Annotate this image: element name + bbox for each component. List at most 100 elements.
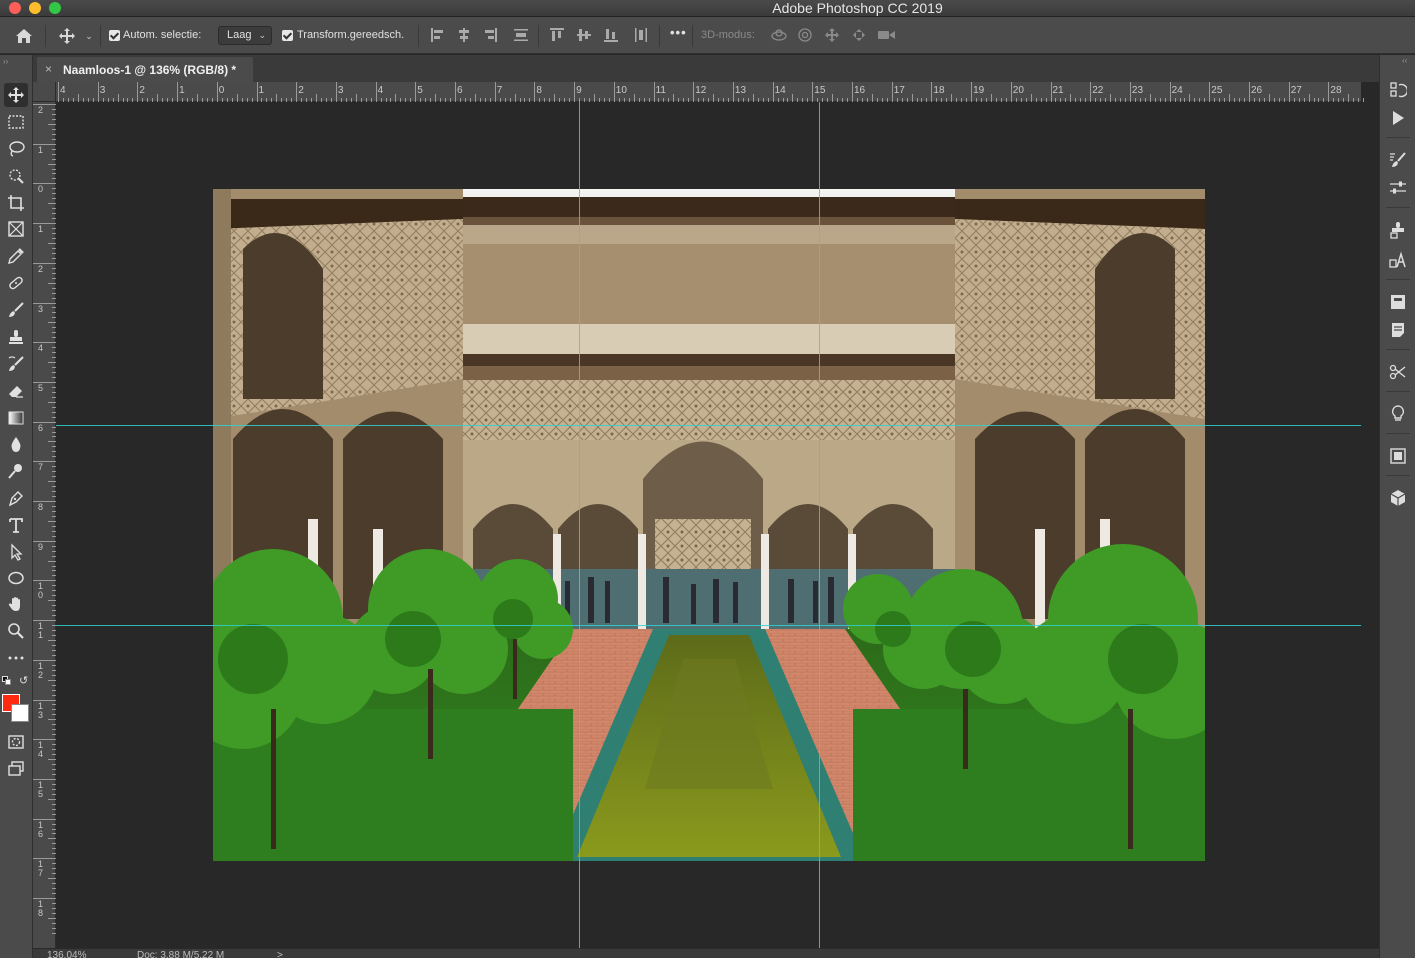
ruler-tick — [1209, 82, 1211, 102]
zoom-icon[interactable] — [4, 619, 28, 643]
zoom-level[interactable]: 136,04% — [47, 950, 86, 958]
ruler-tick — [534, 82, 536, 102]
vertical-guide[interactable] — [819, 102, 820, 948]
rectangular-marquee-icon[interactable] — [4, 110, 28, 134]
auto-select-value: Laag — [227, 29, 252, 41]
distribute-vertical-icon[interactable] — [513, 27, 529, 43]
dodge-icon[interactable] — [4, 459, 28, 483]
healing-brush-icon[interactable] — [4, 271, 28, 295]
title-bar: Adobe Photoshop CC 2019 — [0, 0, 1415, 17]
canvas-area[interactable] — [56, 102, 1361, 948]
collapse-panel-icon[interactable]: ›› — [3, 57, 8, 66]
ruler-label: 8 — [38, 502, 44, 512]
swap-colors-icon[interactable]: ↺ — [19, 674, 28, 687]
horizontal-ruler[interactable]: 4 3 2 1 0 1 2 3 4 5 6 7 8 9 10 11 12 13 14 15 16 17 18 19 20 21 22… — [56, 82, 1365, 102]
ruler-minor-tick — [316, 94, 318, 102]
pen-icon[interactable] — [4, 486, 28, 510]
align-right-icon[interactable] — [482, 27, 498, 43]
path-selection-icon[interactable] — [4, 540, 28, 564]
ruler-origin[interactable] — [33, 82, 56, 102]
ruler-tick — [613, 82, 615, 102]
quick-mask-icon[interactable] — [4, 730, 28, 754]
move-tool-icon[interactable] — [4, 83, 28, 107]
more-tools-icon[interactable] — [4, 646, 28, 670]
clone-source-icon[interactable] — [1389, 221, 1407, 239]
move-tool-icon[interactable] — [56, 25, 78, 47]
paths-scissors-icon[interactable] — [1389, 363, 1407, 381]
align-top-icon[interactable] — [549, 27, 565, 43]
3d-slide-icon[interactable] — [851, 27, 867, 43]
ruler-minor-tick — [514, 94, 516, 102]
distribute-horizontal-icon[interactable] — [633, 27, 649, 43]
ruler-minor-tick — [752, 94, 754, 102]
3d-orbit-icon[interactable] — [770, 27, 788, 43]
ruler-label: 13 — [734, 85, 747, 96]
3d-scale-icon[interactable] — [877, 27, 897, 43]
ruler-tick — [97, 82, 99, 102]
artboards-icon[interactable] — [1389, 447, 1407, 465]
frame-icon[interactable] — [4, 217, 28, 241]
actions-play-icon[interactable] — [1389, 109, 1407, 127]
close-tab-icon[interactable]: × — [45, 62, 52, 76]
3d-panel-icon[interactable] — [1389, 489, 1407, 507]
3d-pan-icon[interactable] — [824, 27, 840, 43]
ruler-minor-tick — [633, 94, 635, 102]
vertical-ruler[interactable]: 2101234567891 01 11 21 31 41 51 61 71 8 — [33, 102, 56, 948]
auto-select-checkbox[interactable] — [109, 30, 120, 41]
brush-icon[interactable] — [4, 298, 28, 322]
ellipse-icon[interactable] — [4, 566, 28, 590]
3d-roll-icon[interactable] — [797, 27, 813, 43]
document-tab[interactable]: × Naamloos-1 @ 136% (RGB/8) * — [37, 57, 253, 82]
align-left-icon[interactable] — [430, 27, 446, 43]
screen-mode-icon[interactable] — [4, 757, 28, 781]
default-colors-icon[interactable] — [2, 676, 11, 685]
ruler-label: 9 — [576, 85, 582, 96]
align-vertical-center-icon[interactable] — [576, 27, 592, 43]
blur-icon[interactable] — [4, 432, 28, 456]
tool-preset-chevron-icon[interactable]: ⌄ — [83, 30, 95, 42]
gradient-icon[interactable] — [4, 406, 28, 430]
type-icon[interactable] — [4, 513, 28, 537]
eyedropper-icon[interactable] — [4, 244, 28, 268]
brush-settings-icon[interactable] — [1389, 151, 1407, 169]
align-horizontal-center-icon[interactable] — [456, 27, 472, 43]
ruler-minor-tick — [1070, 94, 1072, 102]
ruler-minor-tick — [48, 362, 56, 364]
horizontal-guide[interactable] — [56, 425, 1361, 426]
document-image[interactable] — [213, 189, 1205, 861]
eraser-icon[interactable] — [4, 379, 28, 403]
status-bar: 136,04% Doc: 3,88 M/5,22 M > — [33, 948, 1379, 958]
horizontal-guide[interactable] — [56, 625, 1361, 626]
clone-stamp-icon[interactable] — [4, 325, 28, 349]
ruler-minor-tick — [713, 94, 715, 102]
learn-lightbulb-icon[interactable] — [1389, 405, 1407, 423]
home-icon[interactable] — [12, 25, 36, 47]
ruler-label: 1 — [38, 144, 44, 155]
status-menu-arrow[interactable]: > — [277, 950, 283, 958]
expand-panels-icon[interactable]: ‹‹ — [1402, 56, 1407, 65]
auto-select-dropdown[interactable]: Laag ⌄ — [218, 26, 272, 45]
character-styles-icon[interactable] — [1389, 251, 1407, 269]
notes-icon[interactable] — [1389, 321, 1407, 339]
ruler-minor-tick — [1363, 98, 1365, 102]
ruler-minor-tick — [395, 94, 397, 102]
lasso-icon[interactable] — [4, 137, 28, 161]
quick-selection-icon[interactable] — [4, 164, 28, 188]
history-brush-icon[interactable] — [4, 352, 28, 376]
background-color-swatch[interactable] — [11, 704, 29, 722]
align-bottom-icon[interactable] — [603, 27, 619, 43]
adjustments-sliders-icon[interactable] — [1389, 179, 1407, 197]
ruler-label: 2 — [38, 105, 44, 115]
panels-dock: ‹‹ — [1379, 55, 1415, 958]
libraries-icon[interactable] — [1389, 293, 1407, 311]
history-panel-icon[interactable] — [1389, 81, 1407, 99]
ruler-tick — [33, 501, 56, 502]
hand-icon[interactable] — [4, 592, 28, 616]
crop-icon[interactable] — [4, 191, 28, 215]
ruler-minor-tick — [871, 94, 873, 102]
vertical-guide[interactable] — [579, 102, 580, 948]
ruler-label: 1 — [179, 85, 185, 96]
more-options-button[interactable]: ••• — [670, 26, 687, 40]
transform-controls-checkbox[interactable] — [282, 30, 293, 41]
ruler-label: 12 — [695, 85, 707, 96]
